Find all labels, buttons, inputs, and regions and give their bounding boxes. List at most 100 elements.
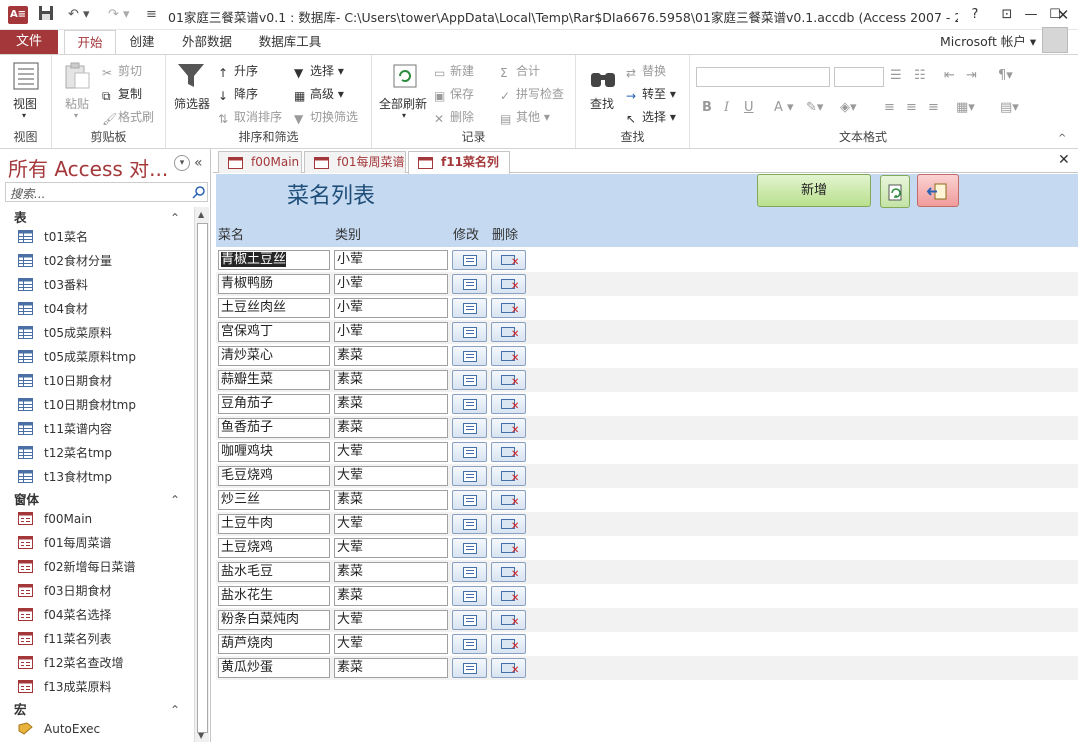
edit-button[interactable] xyxy=(452,634,487,654)
dish-name-field[interactable]: 盐水花生 xyxy=(218,586,330,606)
delete-button[interactable]: ✕ xyxy=(491,490,526,510)
sort-descending-button[interactable]: ↓ 降序 xyxy=(218,85,258,103)
delete-button[interactable]: ✕ xyxy=(491,562,526,582)
tab-home[interactable]: 开始 xyxy=(64,30,116,55)
spelling-button[interactable]: ✓ 拼写检查 xyxy=(500,85,564,103)
delete-button[interactable]: ✕ xyxy=(491,634,526,654)
edit-button[interactable] xyxy=(452,322,487,342)
format-painter-button[interactable]: 🖌格式刷 xyxy=(102,108,154,126)
delete-button[interactable]: ✕ xyxy=(491,274,526,294)
underline-icon[interactable]: U xyxy=(744,100,754,115)
dish-name-field[interactable]: 青椒土豆丝 xyxy=(218,250,330,270)
category-field[interactable]: 大荤 xyxy=(334,442,448,462)
dish-name-field[interactable]: 宫保鸡丁 xyxy=(218,322,330,342)
dish-name-field[interactable]: 葫芦烧肉 xyxy=(218,634,330,654)
tab-create[interactable]: 创建 xyxy=(122,30,162,54)
edit-button[interactable] xyxy=(452,466,487,486)
refresh-button[interactable] xyxy=(880,175,910,208)
category-field[interactable]: 素菜 xyxy=(334,562,448,582)
goto-button[interactable]: → 转至 ▾ xyxy=(626,85,676,103)
more-records-button[interactable]: ▤ 其他 ▾ xyxy=(500,108,550,126)
dish-name-field[interactable]: 豆角茄子 xyxy=(218,394,330,414)
edit-button[interactable] xyxy=(452,562,487,582)
category-field[interactable]: 素菜 xyxy=(334,490,448,510)
nav-item-form[interactable]: f00Main xyxy=(0,507,194,531)
delete-button[interactable]: ✕ xyxy=(491,298,526,318)
category-field[interactable]: 素菜 xyxy=(334,346,448,366)
undo-icon[interactable]: ↶ ▾ xyxy=(68,5,90,25)
fill-color-icon[interactable]: ◈▾ xyxy=(840,100,857,115)
access-app-icon[interactable]: A≡ xyxy=(8,6,28,24)
category-field[interactable]: 小荤 xyxy=(334,322,448,342)
dish-name-field[interactable]: 青椒鸭肠 xyxy=(218,274,330,294)
category-field[interactable]: 小荤 xyxy=(334,298,448,318)
nav-collapse-icon[interactable]: « xyxy=(194,155,203,171)
nav-item-table[interactable]: t10日期食材 xyxy=(0,369,194,393)
delete-button[interactable]: ✕ xyxy=(491,442,526,462)
save-icon[interactable] xyxy=(38,5,54,25)
nav-item-table[interactable]: t04食材 xyxy=(0,297,194,321)
advanced-filter-button[interactable]: ▦ 高级 ▾ xyxy=(294,85,344,103)
add-button[interactable]: 新增 xyxy=(757,174,871,207)
delete-button[interactable]: ✕ xyxy=(491,514,526,534)
text-direction-icon[interactable]: ¶▾ xyxy=(998,68,1013,83)
nav-item-table[interactable]: t05成菜原料 xyxy=(0,321,194,345)
dish-name-field[interactable]: 土豆丝肉丝 xyxy=(218,298,330,318)
paste-dropdown-icon[interactable]: ▾ xyxy=(74,111,78,120)
dish-name-field[interactable]: 毛豆烧鸡 xyxy=(218,466,330,486)
edit-button[interactable] xyxy=(452,538,487,558)
cut-button[interactable]: ✂ 剪切 xyxy=(102,62,142,80)
nav-item-macro[interactable]: AutoExec xyxy=(0,717,194,741)
nav-item-form[interactable]: f02新增每日菜谱 xyxy=(0,555,194,579)
view-button[interactable]: 视图 xyxy=(13,95,37,112)
nav-item-table[interactable]: t13食材tmp xyxy=(0,465,194,489)
category-field[interactable]: 大荤 xyxy=(334,634,448,654)
nav-item-table[interactable]: t10日期食材tmp xyxy=(0,393,194,417)
delete-button[interactable]: ✕ xyxy=(491,346,526,366)
dish-name-field[interactable]: 粉条白菜炖肉 xyxy=(218,610,330,630)
help-button[interactable]: ? xyxy=(962,4,988,26)
edit-button[interactable] xyxy=(452,658,487,678)
nav-item-form[interactable]: f04菜名选择 xyxy=(0,603,194,627)
customize-qat-icon[interactable]: ≡ xyxy=(146,5,157,25)
dish-name-field[interactable]: 土豆牛肉 xyxy=(218,514,330,534)
category-field[interactable]: 小荤 xyxy=(334,250,448,270)
decrease-indent-icon[interactable]: ⇤ xyxy=(944,68,955,83)
bullet-list-icon[interactable]: ☰ xyxy=(890,68,902,83)
totals-button[interactable]: Σ 合计 xyxy=(500,62,540,80)
nav-item-form[interactable]: f03日期食材 xyxy=(0,579,194,603)
category-field[interactable]: 小荤 xyxy=(334,274,448,294)
delete-button[interactable]: ✕ xyxy=(491,250,526,270)
nav-item-form[interactable]: f11菜名列表 xyxy=(0,627,194,651)
doc-tab-f11[interactable]: f11菜名列表 xyxy=(408,151,510,190)
category-field[interactable]: 大荤 xyxy=(334,466,448,486)
delete-button[interactable]: ✕ xyxy=(491,394,526,414)
delete-button[interactable]: ✕ xyxy=(491,538,526,558)
refresh-all-button[interactable]: 全部刷新 xyxy=(379,95,427,112)
edit-button[interactable] xyxy=(452,514,487,534)
search-icon[interactable] xyxy=(192,185,206,199)
view-dropdown-icon[interactable]: ▾ xyxy=(22,111,26,120)
exit-button[interactable] xyxy=(917,174,959,207)
dish-name-field[interactable]: 鱼香茄子 xyxy=(218,418,330,438)
edit-button[interactable] xyxy=(452,274,487,294)
doc-tab-f01[interactable]: f01每周菜谱 xyxy=(304,151,406,173)
sort-ascending-button[interactable]: ↑ 升序 xyxy=(218,62,258,80)
category-field[interactable]: 素菜 xyxy=(334,658,448,678)
nav-item-table[interactable]: t05成菜原料tmp xyxy=(0,345,194,369)
close-icon[interactable]: ✕ xyxy=(1050,4,1076,26)
select-button[interactable]: ↖ 选择 ▾ xyxy=(626,108,676,126)
tab-external-data[interactable]: 外部数据 xyxy=(174,30,240,54)
nav-scrollbar[interactable]: ▲ ▼ xyxy=(194,207,209,742)
find-button[interactable]: 查找 xyxy=(590,95,614,112)
new-record-button[interactable]: ▭ 新建 xyxy=(434,62,474,80)
delete-button[interactable]: ✕ xyxy=(491,586,526,606)
edit-button[interactable] xyxy=(452,250,487,270)
dish-name-field[interactable]: 炒三丝 xyxy=(218,490,330,510)
tab-database-tools[interactable]: 数据库工具 xyxy=(252,30,328,54)
category-field[interactable]: 大荤 xyxy=(334,538,448,558)
nav-pane-title[interactable]: 所有 Access 对... xyxy=(8,153,168,182)
category-field[interactable]: 素菜 xyxy=(334,394,448,414)
replace-button[interactable]: ⇄ 替换 xyxy=(626,62,666,80)
delete-button[interactable]: ✕ xyxy=(491,322,526,342)
